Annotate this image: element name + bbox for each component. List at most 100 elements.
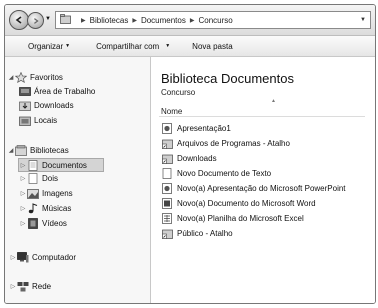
address-dropdown-icon[interactable]: ▼ bbox=[360, 17, 366, 23]
file-name: Arquivos de Programas - Atalho bbox=[177, 139, 290, 148]
breadcrumb-bibliotecas[interactable]: Bibliotecas bbox=[90, 16, 129, 25]
nav-item-label: Imagens bbox=[42, 189, 73, 198]
network-icon bbox=[17, 281, 29, 292]
share-label: Compartilhar com bbox=[96, 41, 160, 51]
nav-item-musicas[interactable]: ▷ Músicas bbox=[19, 203, 71, 214]
file-name: Público - Atalho bbox=[177, 229, 233, 238]
nav-network[interactable]: ▷ Rede bbox=[9, 281, 51, 292]
pictures-icon bbox=[27, 188, 39, 199]
expand-arrow-icon[interactable]: ▷ bbox=[19, 175, 27, 182]
shortcut-icon bbox=[161, 153, 173, 164]
nav-libraries[interactable]: ◢ Bibliotecas bbox=[7, 145, 69, 156]
nav-favorites-label: Favoritos bbox=[30, 73, 63, 82]
sort-ascending-icon: ▲ bbox=[271, 98, 276, 104]
chevron-right-icon[interactable]: ▶ bbox=[132, 17, 137, 24]
back-arrow-icon bbox=[15, 16, 22, 24]
pptx-icon bbox=[161, 123, 173, 134]
libraries-icon bbox=[15, 145, 27, 156]
collapse-arrow-icon[interactable]: ◢ bbox=[7, 147, 15, 154]
nav-favorites[interactable]: ◢ Favoritos bbox=[7, 72, 63, 83]
nav-item-label: Dois bbox=[42, 174, 59, 183]
new-folder-label: Nova pasta bbox=[192, 41, 233, 51]
nav-computer[interactable]: ▷ Computador bbox=[9, 252, 76, 263]
library-icon bbox=[27, 173, 39, 184]
nav-item-locais[interactable]: Locais bbox=[19, 115, 57, 126]
nav-computer-label: Computador bbox=[32, 253, 77, 262]
file-row[interactable]: Arquivos de Programas - Atalho bbox=[161, 138, 290, 149]
new-folder-button[interactable]: Nova pasta bbox=[188, 42, 236, 51]
expand-arrow-icon[interactable]: ▷ bbox=[19, 162, 27, 169]
nav-item-downloads[interactable]: Downloads bbox=[19, 100, 74, 111]
file-row[interactable]: Novo(a) Apresentação do Microsoft PowerP… bbox=[161, 183, 346, 194]
back-button[interactable] bbox=[9, 10, 29, 30]
column-header-name[interactable]: Nome bbox=[161, 107, 182, 116]
shortcut-icon bbox=[161, 228, 173, 239]
computer-icon bbox=[17, 252, 29, 263]
nav-item-label: Documentos bbox=[42, 160, 87, 170]
navigation-pane: ◢ Favoritos Área de Trabalho Downloads L… bbox=[5, 57, 151, 303]
nav-item-dois[interactable]: ▷ Dois bbox=[19, 173, 58, 184]
column-header-divider bbox=[159, 116, 365, 117]
pptx-icon bbox=[161, 183, 173, 194]
nav-item-videos[interactable]: ▷ Vídeos bbox=[19, 218, 67, 229]
nav-item-imagens[interactable]: ▷ Imagens bbox=[19, 188, 73, 199]
content-pane: Biblioteca Documentos Concurso ▲ Nome Ap… bbox=[151, 57, 375, 303]
nav-libraries-label: Bibliotecas bbox=[30, 146, 69, 155]
history-dropdown-icon[interactable]: ▼ bbox=[45, 16, 51, 22]
expand-arrow-icon[interactable]: ▷ bbox=[9, 283, 17, 290]
expand-arrow-icon[interactable]: ▷ bbox=[9, 254, 17, 261]
page-title: Biblioteca Documentos bbox=[161, 71, 294, 86]
expand-arrow-icon[interactable]: ▷ bbox=[19, 205, 27, 212]
nav-item-label: Locais bbox=[34, 116, 58, 125]
music-icon bbox=[27, 203, 39, 214]
file-name: Novo(a) Planilha do Microsoft Excel bbox=[177, 214, 304, 223]
file-row[interactable]: Público - Atalho bbox=[161, 228, 233, 239]
chevron-right-icon[interactable]: ▶ bbox=[190, 17, 195, 24]
nav-item-label: Vídeos bbox=[42, 219, 67, 228]
file-row[interactable]: Downloads bbox=[161, 153, 217, 164]
file-name: Novo Documento de Texto bbox=[177, 169, 272, 178]
forward-arrow-icon bbox=[33, 17, 39, 24]
organize-label: Organizar bbox=[28, 41, 64, 51]
downloads-folder-icon bbox=[19, 100, 31, 111]
expand-arrow-icon[interactable]: ▷ bbox=[19, 220, 27, 227]
desktop-icon bbox=[19, 86, 31, 97]
file-row[interactable]: Novo(a) Documento do Microsoft Word bbox=[161, 198, 316, 209]
nav-item-desktop[interactable]: Área de Trabalho bbox=[19, 86, 95, 97]
nav-item-label: Área de Trabalho bbox=[34, 87, 96, 96]
address-bar-area: ▼ ▶ Bibliotecas ▶ Documentos ▶ Concurso … bbox=[5, 5, 375, 36]
chevron-down-icon: ▼ bbox=[165, 43, 171, 49]
file-name: Apresentação1 bbox=[177, 124, 231, 133]
file-row[interactable]: Apresentação1 bbox=[161, 123, 231, 134]
chevron-right-icon[interactable]: ▶ bbox=[81, 17, 86, 24]
command-bar: Organizar ▼ Compartilhar com ▼ Nova pasta bbox=[5, 36, 375, 57]
file-name: Novo(a) Apresentação do Microsoft PowerP… bbox=[177, 184, 346, 193]
file-name: Downloads bbox=[177, 154, 217, 163]
nav-item-documentos[interactable]: ▷ Documentos bbox=[18, 158, 104, 172]
page-subtitle: Concurso bbox=[161, 88, 196, 97]
file-name: Novo(a) Documento do Microsoft Word bbox=[177, 199, 316, 208]
expand-arrow-icon[interactable]: ▷ bbox=[19, 190, 27, 197]
library-folder-icon bbox=[60, 14, 71, 26]
nav-network-label: Rede bbox=[32, 282, 52, 291]
recent-places-icon bbox=[19, 115, 31, 126]
organize-button[interactable]: Organizar ▼ bbox=[24, 42, 74, 51]
address-bar[interactable]: ▶ Bibliotecas ▶ Documentos ▶ Concurso ▼ bbox=[55, 11, 371, 29]
share-button[interactable]: Compartilhar com ▼ bbox=[92, 42, 174, 51]
breadcrumb: ▶ Bibliotecas ▶ Documentos ▶ Concurso bbox=[77, 16, 233, 25]
collapse-arrow-icon[interactable]: ◢ bbox=[7, 74, 15, 81]
breadcrumb-concurso[interactable]: Concurso bbox=[198, 16, 232, 25]
forward-button[interactable] bbox=[27, 12, 44, 29]
text-file-icon bbox=[161, 168, 173, 179]
explorer-window: ▼ ▶ Bibliotecas ▶ Documentos ▶ Concurso … bbox=[4, 4, 376, 304]
nav-item-label: Músicas bbox=[42, 204, 72, 213]
docx-icon bbox=[161, 198, 173, 209]
xlsx-icon bbox=[161, 213, 173, 224]
breadcrumb-documentos[interactable]: Documentos bbox=[141, 16, 186, 25]
chevron-down-icon: ▼ bbox=[65, 43, 71, 49]
star-icon bbox=[15, 72, 27, 83]
documents-icon bbox=[27, 159, 39, 171]
file-row[interactable]: Novo(a) Planilha do Microsoft Excel bbox=[161, 213, 304, 224]
file-row[interactable]: Novo Documento de Texto bbox=[161, 168, 271, 179]
videos-icon bbox=[27, 218, 39, 229]
